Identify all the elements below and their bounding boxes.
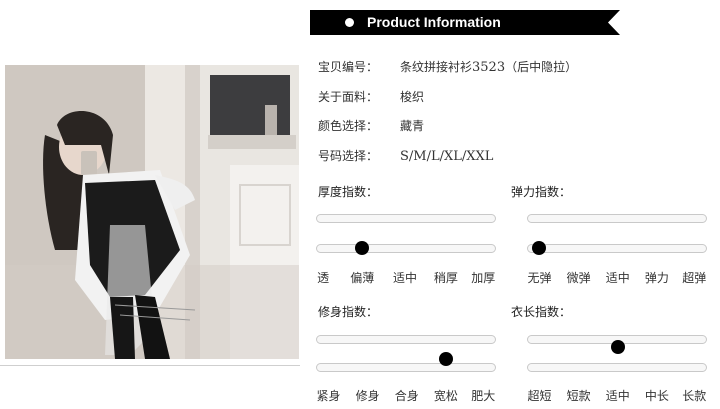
info-row-color: 颜色选择： 藏青 — [318, 116, 424, 136]
elasticity-scale: 无弹 微弹 适中 弹力 超弹 — [527, 270, 707, 286]
info-label: 颜色选择： — [318, 119, 379, 133]
info-row-fabric: 关于面料： 梭织 — [318, 87, 424, 107]
thickness-scale: 透 偏薄 适中 稍厚 加厚 — [316, 270, 496, 286]
info-row-size: 号码选择： S/M/L/XL/XXL — [318, 146, 493, 166]
elasticity-title: 弹力指数： — [511, 185, 572, 199]
fit-tick-label: 宽松 — [433, 389, 458, 403]
fit-slider-knob[interactable] — [439, 352, 453, 366]
fit-slider-track[interactable] — [316, 363, 496, 372]
info-value: 藏青 — [400, 119, 425, 133]
thickness-slider-knob[interactable] — [355, 241, 369, 255]
info-value-name: 条纹拼接衬衫 — [400, 60, 473, 74]
thickness-tick-label: 透 — [317, 271, 330, 285]
bullet-dot-icon — [345, 18, 354, 27]
thickness-slider-track[interactable] — [316, 244, 496, 253]
thickness-tick-label: 稍厚 — [433, 271, 458, 285]
info-value-note: （后中隐拉） — [505, 60, 578, 74]
length-title: 衣长指数： — [511, 305, 572, 319]
fit-title: 修身指数： — [318, 305, 379, 319]
info-value-number: 3523 — [472, 60, 506, 75]
thickness-track-top — [316, 214, 496, 223]
length-tick-label: 超短 — [527, 389, 552, 403]
info-row-item-number: 宝贝编号： 条纹拼接衬衫3523（后中隐拉） — [318, 57, 577, 77]
banner-title: Product Information — [367, 14, 501, 30]
info-label: 号码选择： — [318, 149, 379, 163]
product-photo — [5, 65, 299, 359]
elasticity-tick-label: 弹力 — [644, 271, 669, 285]
length-tick-label: 短款 — [566, 389, 591, 403]
elasticity-track-top — [527, 214, 707, 223]
length-tick-label: 适中 — [605, 389, 630, 403]
elasticity-slider-track[interactable] — [527, 244, 707, 253]
elasticity-slider-knob[interactable] — [532, 241, 546, 255]
length-scale: 超短 短款 适中 中长 长款 — [527, 388, 707, 404]
elasticity-tick-label: 适中 — [605, 271, 630, 285]
thickness-title: 厚度指数： — [318, 185, 379, 199]
fit-track-top — [316, 335, 496, 344]
info-label: 关于面料： — [318, 90, 379, 104]
elasticity-tick-label: 无弹 — [527, 271, 552, 285]
fit-tick-label: 肥大 — [471, 389, 496, 403]
length-slider-knob[interactable] — [611, 340, 625, 354]
fit-tick-label: 合身 — [394, 389, 419, 403]
length-tick-label: 中长 — [644, 389, 669, 403]
thickness-tick-label: 适中 — [392, 271, 418, 285]
fit-tick-label: 修身 — [355, 389, 380, 403]
thickness-tick-label: 加厚 — [471, 271, 496, 285]
info-value: 条纹拼接衬衫3523（后中隐拉） — [400, 57, 577, 78]
length-slider-track[interactable] — [527, 363, 707, 372]
product-info-banner: Product Information — [310, 10, 620, 35]
thickness-tick-label: 偏薄 — [350, 271, 375, 285]
fit-tick-label: 紧身 — [316, 389, 341, 403]
info-label: 宝贝编号： — [318, 60, 379, 74]
elasticity-tick-label: 超弹 — [682, 271, 707, 285]
length-tick-label: 长款 — [682, 389, 707, 403]
fit-scale: 紧身 修身 合身 宽松 肥大 — [316, 388, 496, 404]
elasticity-tick-label: 微弹 — [566, 271, 591, 285]
photo-divider — [0, 365, 300, 366]
info-value: 梭织 — [400, 90, 425, 104]
info-value-sizes: S/M/L/XL/XXL — [400, 149, 494, 164]
info-value: S/M/L/XL/XXL — [400, 146, 493, 167]
